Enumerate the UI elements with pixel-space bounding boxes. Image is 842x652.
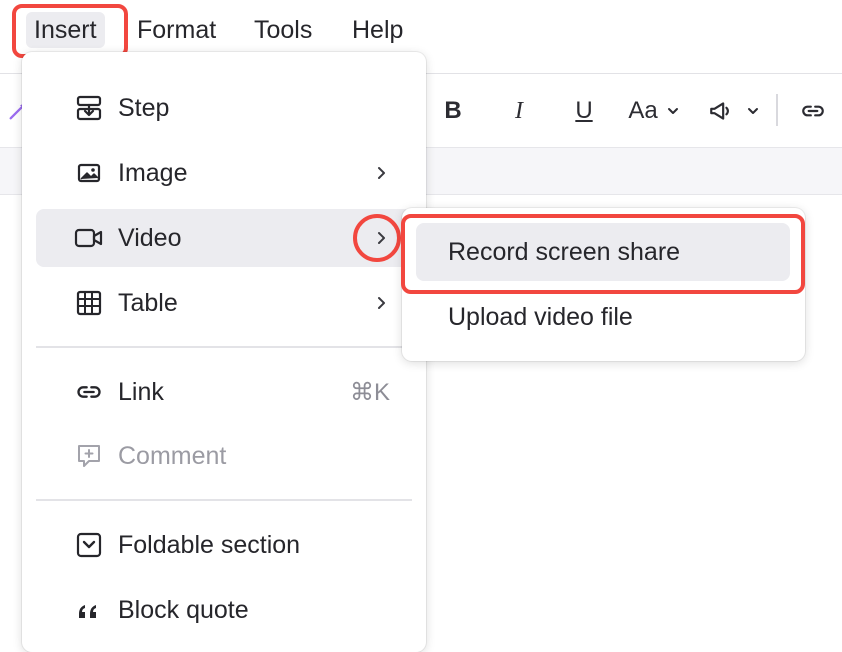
menu-tools[interactable]: Tools (246, 12, 320, 48)
chevron-down-icon[interactable] (664, 94, 682, 128)
menu-format[interactable]: Format (129, 12, 224, 48)
menu-divider (36, 499, 412, 501)
toolbar-separator (776, 94, 778, 126)
video-chevron-highlight-circle (353, 214, 401, 262)
megaphone-icon[interactable] (706, 94, 736, 128)
font-style-button[interactable]: Aa (626, 94, 660, 128)
chevron-right-icon (372, 294, 390, 312)
step-icon (74, 93, 104, 123)
menu-item-label: Link (118, 377, 164, 406)
shortcut-label: ⌘K (349, 378, 390, 406)
chevron-right-icon (372, 164, 390, 182)
insert-menu-dropdown: Step Image Video Table Link ⌘K Comment F… (22, 52, 426, 652)
table-icon (74, 288, 104, 318)
foldable-section-icon (74, 530, 104, 560)
menu-item-image[interactable]: Image (36, 144, 412, 202)
menu-item-link[interactable]: Link ⌘K (36, 363, 412, 421)
menu-item-table[interactable]: Table (36, 274, 412, 332)
menu-item-step[interactable]: Step (36, 79, 412, 137)
menu-item-label: Image (118, 158, 188, 187)
comment-icon (74, 441, 104, 471)
link-icon[interactable] (798, 94, 828, 128)
menu-item-label: Comment (118, 441, 227, 470)
chevron-down-icon[interactable] (744, 94, 762, 128)
submenu-item-label: Upload video file (448, 302, 633, 331)
menu-item-label: Video (118, 223, 182, 252)
menu-item-label: Step (118, 93, 170, 122)
link-icon (74, 377, 104, 407)
menu-item-comment[interactable]: Comment (36, 427, 412, 485)
insert-highlight-box (12, 4, 128, 58)
underline-button[interactable]: U (570, 94, 598, 128)
menu-item-label: Table (118, 288, 178, 317)
video-icon (74, 223, 104, 253)
menu-help[interactable]: Help (344, 12, 411, 48)
menu-item-label: Block quote (118, 595, 249, 624)
submenu-item-upload-video-file[interactable]: Upload video file (416, 288, 790, 346)
image-icon (74, 158, 104, 188)
quote-icon (74, 595, 104, 625)
record-screen-share-highlight-box (401, 214, 805, 294)
menu-item-block-quote[interactable]: Block quote (36, 581, 412, 639)
menu-item-label: Foldable section (118, 530, 301, 559)
menu-divider (36, 346, 412, 348)
italic-button[interactable]: I (506, 94, 532, 128)
menu-item-foldable-section[interactable]: Foldable section (36, 516, 412, 574)
bold-button[interactable]: B (440, 94, 466, 128)
